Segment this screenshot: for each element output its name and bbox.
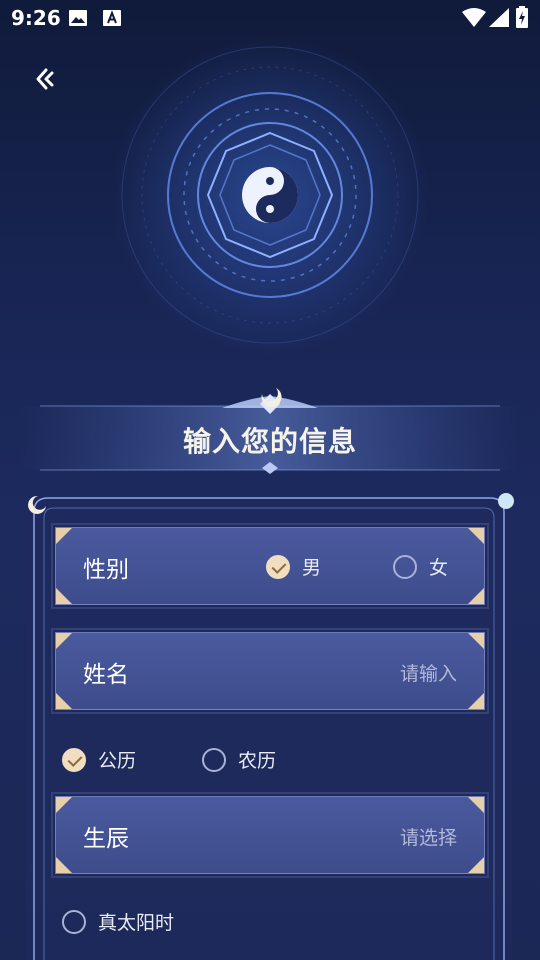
status-time: 9:26 [11, 6, 61, 30]
calendar-lunar-label: 农历 [238, 750, 277, 772]
yin-yang-icon [242, 167, 298, 223]
page-title: 输入您的信息 [182, 425, 357, 458]
birth-select-placeholder[interactable]: 请选择 [400, 823, 457, 850]
gender-male-label: 男 [302, 557, 322, 579]
true-solar-time-radio[interactable]: 真太阳时 [62, 908, 174, 935]
true-solar-time-label: 真太阳时 [98, 912, 175, 934]
corner-ornament [56, 528, 72, 544]
back-icon [36, 68, 54, 90]
corner-ornament [468, 797, 484, 813]
corner-ornament [468, 857, 484, 873]
image-icon [69, 10, 87, 26]
corner-ornament [56, 857, 72, 873]
bagua-emblem [110, 40, 430, 355]
back-button[interactable] [28, 62, 62, 96]
name-input-placeholder[interactable]: 请输入 [400, 659, 457, 686]
radio-circle-icon [393, 554, 417, 579]
check-icon [62, 747, 86, 772]
birth-time-field[interactable]: 生辰 请选择 [51, 792, 489, 878]
gender-male-radio[interactable]: 男 [266, 553, 321, 580]
calendar-solar-label: 公历 [98, 750, 137, 772]
signal-icon [489, 8, 509, 27]
gender-female-label: 女 [429, 557, 449, 579]
a-box-icon [103, 10, 121, 26]
radio-circle-icon [62, 909, 86, 934]
corner-ornament [468, 693, 484, 709]
wifi-icon [462, 8, 486, 27]
battery-icon [516, 6, 528, 28]
corner-ornament [468, 528, 484, 544]
gender-female-radio[interactable]: 女 [393, 553, 448, 580]
corner-ornament [468, 633, 484, 649]
gender-field: 性别 男 女 [51, 523, 489, 609]
birth-label: 生辰 [83, 826, 129, 852]
corner-ornament [56, 633, 72, 649]
name-field[interactable]: 姓名 请输入 [51, 628, 489, 714]
check-icon [266, 554, 290, 579]
corner-ornament [56, 797, 72, 813]
gender-label: 性别 [83, 557, 129, 583]
corner-ornament [56, 693, 72, 709]
name-label: 姓名 [83, 662, 129, 688]
calendar-solar-radio[interactable]: 公历 [62, 746, 136, 773]
status-bar: 9:26 [0, 0, 540, 36]
calendar-lunar-radio[interactable]: 农历 [202, 746, 276, 773]
corner-ornament [56, 588, 72, 604]
corner-ornament [468, 588, 484, 604]
radio-circle-icon [202, 747, 226, 772]
